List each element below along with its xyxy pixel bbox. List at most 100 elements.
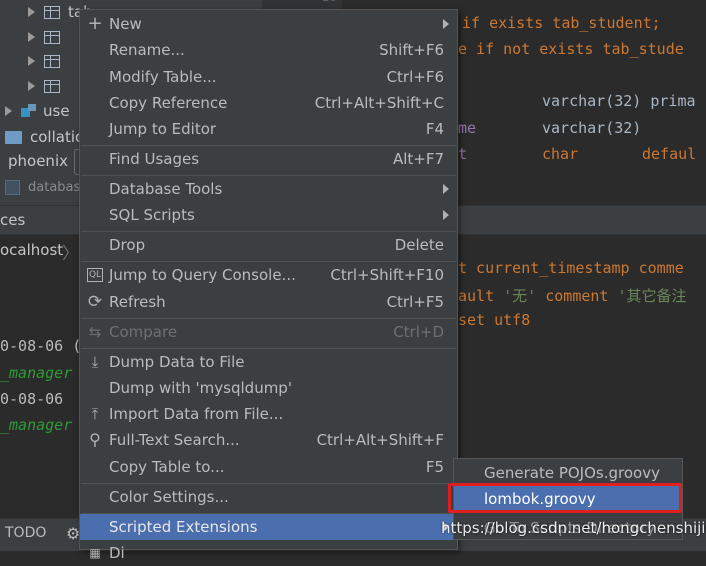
table-icon xyxy=(44,5,60,19)
expand-arrow-icon[interactable] xyxy=(5,106,12,116)
menu-item-sql-scripts[interactable]: SQL Scripts xyxy=(80,202,457,228)
code-line: char xyxy=(542,145,578,163)
code-line: varchar(32) xyxy=(542,119,641,137)
menu-item-database-tools[interactable]: Database Tools xyxy=(80,176,457,202)
tree-row-collations[interactable]: collatio xyxy=(5,124,84,150)
menu-item-find-usages[interactable]: Find Usages Alt+F7 xyxy=(80,146,457,172)
code-token: if exists tab_student; xyxy=(462,14,661,32)
watermark-text: https://blog.csdn.net/hongchenshijie xyxy=(441,519,706,537)
tree-row-label: collatio xyxy=(30,128,85,146)
code-line: ault '无' comment '其它备注 xyxy=(458,285,687,306)
menu-item-label: Refresh xyxy=(109,293,166,311)
code-token: comment xyxy=(545,287,609,305)
menu-item-shortcut: Ctrl+F5 xyxy=(386,293,444,311)
console-line: _manager xyxy=(0,416,73,434)
diagram-icon: ▦ xyxy=(89,546,101,560)
menu-item-dump-data-to-file[interactable]: ⤓ Dump Data to File xyxy=(80,349,457,375)
search-icon: ⚲ xyxy=(89,430,101,449)
menu-item-shortcut: F5 xyxy=(425,458,444,476)
expand-arrow-icon[interactable] xyxy=(28,81,35,91)
folder-icon xyxy=(5,130,22,144)
submenu-arrow-icon xyxy=(443,210,449,220)
tree-row-table[interactable] xyxy=(28,73,68,99)
menu-item-shortcut: Ctrl+Alt+Shift+F xyxy=(316,431,444,449)
code-token: ault xyxy=(458,287,495,305)
menu-item-drop[interactable]: Drop Delete xyxy=(80,232,457,258)
menu-item-label: Dump with 'mysqldump' xyxy=(109,379,292,397)
menu-item-diagrams[interactable]: ▦ Di xyxy=(80,540,457,566)
plus-icon: + xyxy=(87,13,103,34)
table-icon xyxy=(44,30,60,44)
code-line: varchar(32) prima xyxy=(542,92,696,110)
tree-row-phoenix[interactable]: phoenix xyxy=(8,148,68,174)
menu-item-shortcut: Ctrl+Alt+Shift+C xyxy=(314,94,444,112)
menu-item-dump-with-mysqldump[interactable]: Dump with 'mysqldump' xyxy=(80,375,457,401)
code-token: varchar(32) prima xyxy=(542,92,696,110)
menu-item-shortcut: Alt+F7 xyxy=(392,150,444,168)
code-token: '其它备注 xyxy=(617,287,687,305)
code-token: set utf8 xyxy=(458,311,531,329)
menu-item-shortcut: Ctrl+Shift+F10 xyxy=(330,266,444,284)
menu-item-label: Full-Text Search... xyxy=(109,431,240,449)
schema-icon xyxy=(21,104,37,118)
code-line: t current_timestamp comme xyxy=(458,259,684,277)
console-line: _manager xyxy=(0,364,73,382)
red-highlight-annotation xyxy=(448,483,682,513)
code-token: me xyxy=(458,119,477,137)
menu-item-label: Dump Data to File xyxy=(109,353,245,371)
tree-row-schema[interactable]: use xyxy=(5,98,70,124)
menu-item-scripted-extensions[interactable]: Scripted Extensions xyxy=(80,514,457,540)
menu-item-label: Import Data from File... xyxy=(109,405,284,423)
menu-item-full-text-search[interactable]: ⚲ Full-Text Search... Ctrl+Alt+Shift+F xyxy=(80,427,457,453)
menu-item-label: Drop xyxy=(109,236,146,254)
console-line: 0-08-06 ( xyxy=(0,337,82,355)
tree-row-database[interactable]: databas xyxy=(5,174,80,200)
menu-item-label: Modify Table... xyxy=(109,68,217,86)
menu-item-color-settings[interactable]: Color Settings... xyxy=(80,484,457,510)
database-icon xyxy=(5,179,20,195)
code-token: varchar(32) xyxy=(542,119,642,137)
menu-item-label: Jump to Query Console... xyxy=(109,266,296,284)
code-token: t xyxy=(458,145,468,163)
menu-item-label: Database Tools xyxy=(109,180,223,198)
menu-item-jump-to-editor[interactable]: Jump to Editor F4 xyxy=(80,116,457,142)
menu-item-label: Scripted Extensions xyxy=(109,518,258,536)
localhost-tab[interactable]: ocalhost 〉 xyxy=(0,238,80,264)
menu-item-shortcut: F4 xyxy=(425,120,444,138)
menu-item-label: Di xyxy=(109,544,125,562)
menu-item-shortcut: Ctrl+F6 xyxy=(386,68,444,86)
todo-tab[interactable]: TODO xyxy=(5,525,46,541)
menu-item-label: Color Settings... xyxy=(109,488,229,506)
menu-item-copy-table-to[interactable]: Copy Table to... F5 xyxy=(80,454,457,480)
menu-item-label: SQL Scripts xyxy=(109,206,195,224)
menu-item-label: Rename... xyxy=(109,41,185,59)
code-line: e if not exists tab_stude xyxy=(458,40,684,58)
menu-item-import-data-from-file[interactable]: ⤒ Import Data from File... xyxy=(80,401,457,427)
menu-item-label: Copy Reference xyxy=(109,94,228,112)
code-line: set utf8 xyxy=(458,311,530,329)
services-label[interactable]: ces xyxy=(0,211,25,229)
menu-item-new[interactable]: + New xyxy=(80,11,457,37)
tree-row-table[interactable] xyxy=(28,24,68,50)
upload-icon: ⤒ xyxy=(91,405,99,423)
menu-item-rename[interactable]: Rename... Shift+F6 xyxy=(80,37,457,63)
context-menu: + New Rename... Shift+F6 Modify Table...… xyxy=(79,9,458,562)
menu-item-jump-to-query-console[interactable]: QL Jump to Query Console... Ctrl+Shift+F… xyxy=(80,262,457,288)
tree-row-label: use xyxy=(43,102,70,120)
menu-item-copy-reference[interactable]: Copy Reference Ctrl+Alt+Shift+C xyxy=(80,90,457,116)
menu-item-compare: ⇆ Compare Ctrl+D xyxy=(80,319,457,345)
expand-arrow-icon[interactable] xyxy=(28,7,35,17)
menu-item-label: Find Usages xyxy=(109,150,200,168)
menu-item-modify-table[interactable]: Modify Table... Ctrl+F6 xyxy=(80,64,457,90)
table-icon xyxy=(44,79,60,93)
tree-row-table[interactable] xyxy=(28,48,68,74)
submenu-arrow-icon xyxy=(443,184,449,194)
tree-row-label: phoenix xyxy=(8,152,68,170)
expand-arrow-icon[interactable] xyxy=(28,32,35,42)
menu-item-refresh[interactable]: ⟳ Refresh Ctrl+F5 xyxy=(80,289,457,315)
compare-icon: ⇆ xyxy=(88,323,102,341)
expand-arrow-icon[interactable] xyxy=(28,56,35,66)
tree-row-label: databas xyxy=(28,179,81,195)
menu-item-shortcut: Delete xyxy=(394,236,444,254)
code-line: if exists tab_student; xyxy=(462,14,661,32)
